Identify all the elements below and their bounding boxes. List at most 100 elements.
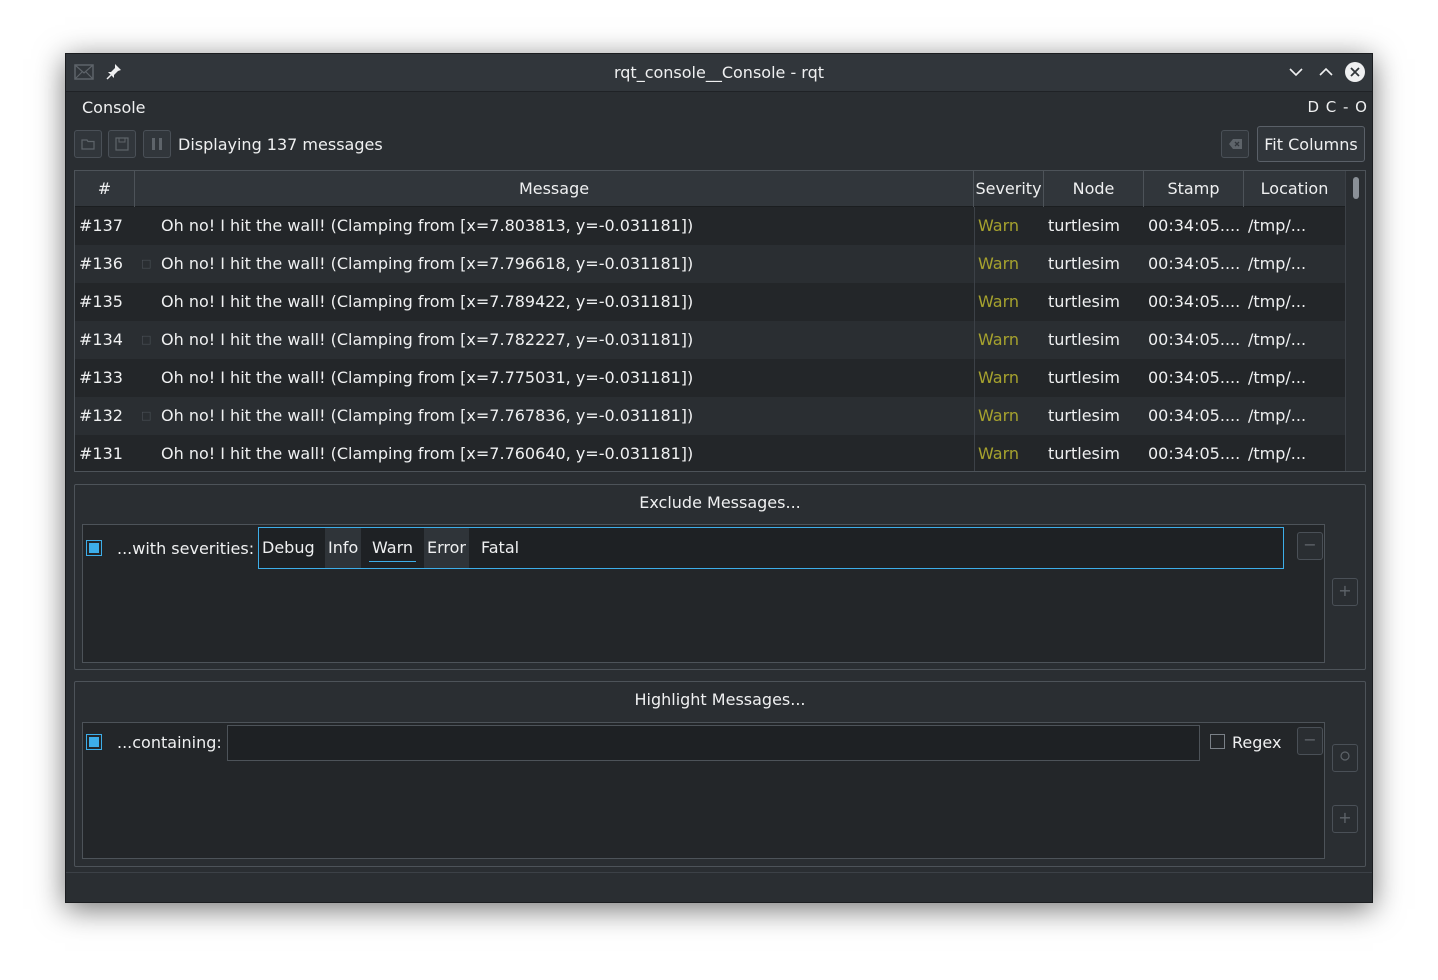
clear-button[interactable] bbox=[1221, 130, 1249, 158]
header-severity[interactable]: Severity bbox=[974, 171, 1044, 207]
remove-exclude-button[interactable]: − bbox=[1297, 532, 1323, 560]
header-location[interactable]: Location bbox=[1244, 171, 1345, 207]
pause-icon bbox=[152, 138, 162, 150]
table-row[interactable]: #134 Oh no! I hit the wall! (Clamping fro… bbox=[75, 321, 1345, 359]
severity-list[interactable]: Debug Info Warn Error Fatal bbox=[258, 527, 1284, 569]
message-row-icon: □ bbox=[141, 257, 152, 270]
message-row-icon: □ bbox=[141, 333, 152, 346]
exclude-filter-panel: ...with severities: Debug Info Warn Erro… bbox=[82, 524, 1325, 663]
cell-number: #137 bbox=[79, 216, 123, 235]
header-stamp[interactable]: Stamp bbox=[1144, 171, 1244, 207]
rqt-window: rqt_console__Console - rqt Console D C -… bbox=[65, 53, 1373, 903]
cell-number: #134 bbox=[79, 330, 123, 349]
cell-stamp: 00:34:05.... bbox=[1148, 444, 1241, 463]
cell-node: turtlesim bbox=[1048, 254, 1120, 273]
message-count-status: Displaying 137 messages bbox=[178, 135, 383, 154]
regex-label: Regex bbox=[1232, 733, 1282, 752]
column-separator bbox=[974, 207, 975, 471]
highlight-containing-checkbox[interactable] bbox=[86, 734, 102, 750]
regex-checkbox[interactable] bbox=[1210, 734, 1225, 749]
save-button[interactable] bbox=[108, 130, 136, 158]
cell-message: Oh no! I hit the wall! (Clamping from [x… bbox=[161, 444, 694, 463]
cell-message: Oh no! I hit the wall! (Clamping from [x… bbox=[161, 254, 694, 273]
minimize-icon[interactable] bbox=[1285, 61, 1307, 83]
cell-number: #133 bbox=[79, 368, 123, 387]
table-row[interactable]: #133 Oh no! I hit the wall! (Clamping fro… bbox=[75, 359, 1345, 397]
cell-node: turtlesim bbox=[1048, 406, 1120, 425]
containing-label: ...containing: bbox=[117, 733, 222, 752]
severity-info[interactable]: Info bbox=[325, 528, 362, 568]
cell-stamp: 00:34:05.... bbox=[1148, 330, 1241, 349]
maximize-icon[interactable] bbox=[1315, 61, 1337, 83]
message-row-icon: □ bbox=[141, 409, 152, 422]
cell-stamp: 00:34:05.... bbox=[1148, 406, 1241, 425]
severity-warn[interactable]: Warn bbox=[369, 528, 417, 562]
header-message[interactable]: Message bbox=[135, 171, 974, 207]
add-exclude-button[interactable]: + bbox=[1332, 578, 1358, 606]
close-icon[interactable] bbox=[1344, 61, 1366, 83]
cell-severity: Warn bbox=[978, 216, 1020, 235]
cell-stamp: 00:34:05.... bbox=[1148, 292, 1241, 311]
header-node[interactable]: Node bbox=[1044, 171, 1144, 207]
cell-message: Oh no! I hit the wall! (Clamping from [x… bbox=[161, 406, 694, 425]
open-button[interactable] bbox=[74, 130, 102, 158]
remove-highlight-button[interactable]: − bbox=[1297, 727, 1323, 755]
cell-location: /tmp/... bbox=[1248, 292, 1307, 311]
cell-node: turtlesim bbox=[1048, 368, 1120, 387]
folder-icon bbox=[81, 139, 95, 150]
window-title: rqt_console__Console - rqt bbox=[613, 63, 825, 82]
cell-number: #136 bbox=[79, 254, 123, 273]
pause-button[interactable] bbox=[143, 130, 171, 158]
severity-error[interactable]: Error bbox=[424, 528, 469, 568]
cell-severity: Warn bbox=[978, 444, 1020, 463]
scrollbar-thumb[interactable] bbox=[1353, 177, 1359, 199]
cell-node: turtlesim bbox=[1048, 292, 1120, 311]
table-row[interactable]: #136 Oh no! I hit the wall! (Clamping fro… bbox=[75, 245, 1345, 283]
table-row[interactable]: #135 Oh no! I hit the wall! (Clamping fro… bbox=[75, 283, 1345, 321]
cell-number: #131 bbox=[79, 444, 123, 463]
containing-input[interactable] bbox=[227, 725, 1200, 761]
cell-severity: Warn bbox=[978, 368, 1020, 387]
table-scrollbar[interactable] bbox=[1345, 171, 1365, 471]
severity-debug[interactable]: Debug bbox=[259, 528, 318, 568]
table-row[interactable]: #137 Oh no! I hit the wall! (Clamping fro… bbox=[75, 207, 1345, 245]
header-number[interactable]: # bbox=[75, 171, 135, 207]
cell-location: /tmp/... bbox=[1248, 216, 1307, 235]
exclude-severity-checkbox[interactable] bbox=[86, 540, 102, 556]
save-icon bbox=[115, 137, 129, 151]
status-bar bbox=[66, 872, 1372, 902]
cell-severity: Warn bbox=[978, 330, 1020, 349]
add-highlight-button[interactable]: + bbox=[1332, 805, 1358, 833]
highlight-option-button[interactable] bbox=[1332, 744, 1358, 772]
highlight-filter-panel: ...containing: Regex − bbox=[82, 722, 1325, 859]
cell-location: /tmp/... bbox=[1248, 406, 1307, 425]
highlight-option-icon bbox=[1340, 751, 1350, 761]
message-table[interactable]: # Message Severity Node Stamp Location #… bbox=[74, 170, 1366, 472]
dock-buttons[interactable]: D C - O bbox=[1307, 98, 1368, 116]
table-row[interactable]: #132 Oh no! I hit the wall! (Clamping fro… bbox=[75, 397, 1345, 435]
cell-message: Oh no! I hit the wall! (Clamping from [x… bbox=[161, 330, 694, 349]
exclude-title: Exclude Messages... bbox=[639, 493, 801, 512]
fit-columns-button[interactable]: Fit Columns bbox=[1257, 126, 1365, 162]
cell-number: #135 bbox=[79, 292, 123, 311]
cell-number: #132 bbox=[79, 406, 123, 425]
cell-location: /tmp/... bbox=[1248, 254, 1307, 273]
cell-message: Oh no! I hit the wall! (Clamping from [x… bbox=[161, 292, 694, 311]
title-bar[interactable]: rqt_console__Console - rqt bbox=[66, 54, 1372, 92]
cell-location: /tmp/... bbox=[1248, 368, 1307, 387]
dock-title: Console bbox=[82, 98, 146, 117]
cell-message: Oh no! I hit the wall! (Clamping from [x… bbox=[161, 216, 694, 235]
cell-node: turtlesim bbox=[1048, 330, 1120, 349]
severity-fatal[interactable]: Fatal bbox=[478, 528, 522, 568]
cell-message: Oh no! I hit the wall! (Clamping from [x… bbox=[161, 368, 694, 387]
table-row[interactable]: #131 Oh no! I hit the wall! (Clamping fro… bbox=[75, 435, 1345, 471]
highlight-title: Highlight Messages... bbox=[634, 690, 806, 709]
cell-severity: Warn bbox=[978, 254, 1020, 273]
cell-node: turtlesim bbox=[1048, 444, 1120, 463]
highlight-group: Highlight Messages... ...containing: Reg… bbox=[74, 681, 1366, 867]
cell-node: turtlesim bbox=[1048, 216, 1120, 235]
cell-location: /tmp/... bbox=[1248, 330, 1307, 349]
cell-severity: Warn bbox=[978, 406, 1020, 425]
cell-stamp: 00:34:05.... bbox=[1148, 368, 1241, 387]
severities-label: ...with severities: bbox=[117, 539, 255, 558]
